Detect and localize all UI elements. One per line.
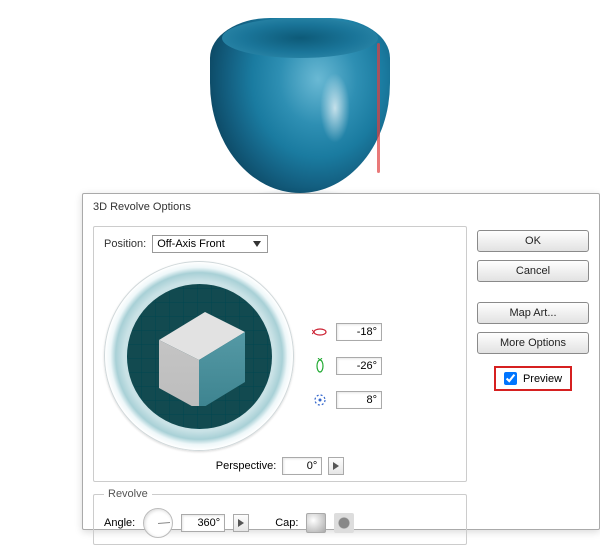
perspective-label: Perspective: xyxy=(216,460,277,472)
position-value[interactable] xyxy=(153,236,253,252)
revolve-group: Revolve Angle: Cap: xyxy=(93,488,467,545)
rotate-x-icon xyxy=(312,324,328,340)
orientation-trackball[interactable] xyxy=(104,261,294,451)
rotate-z-icon xyxy=(312,392,328,408)
rotate-z-input[interactable] xyxy=(336,391,382,409)
cap-on-button[interactable] xyxy=(306,513,326,533)
map-art-button[interactable]: Map Art... xyxy=(477,302,589,324)
orientation-cube[interactable] xyxy=(149,306,249,406)
position-combo[interactable] xyxy=(152,235,268,253)
rotate-x-input[interactable] xyxy=(336,323,382,341)
angle-label: Angle: xyxy=(104,517,135,529)
perspective-step-button[interactable] xyxy=(328,457,344,475)
revolved-bowl-shape xyxy=(210,18,390,193)
cancel-button[interactable]: Cancel xyxy=(477,260,589,282)
angle-step-button[interactable] xyxy=(233,514,249,532)
position-label: Position: xyxy=(104,238,146,250)
bowl-highlight xyxy=(320,73,350,143)
position-group: Position: xyxy=(93,226,467,482)
cap-off-button[interactable] xyxy=(334,513,354,533)
angle-dial[interactable] xyxy=(143,508,173,538)
rotate-y-icon xyxy=(312,358,328,374)
dialog-title: 3D Revolve Options xyxy=(83,194,599,220)
revolve-legend: Revolve xyxy=(104,488,152,500)
3d-revolve-options-dialog: 3D Revolve Options Position: xyxy=(82,193,600,530)
chevron-down-icon[interactable] xyxy=(253,241,267,247)
ok-button[interactable]: OK xyxy=(477,230,589,252)
angle-input[interactable] xyxy=(181,514,225,532)
preview-checkbox-container[interactable]: Preview xyxy=(494,366,572,391)
preview-checkbox[interactable] xyxy=(504,372,517,385)
rotate-y-input[interactable] xyxy=(336,357,382,375)
more-options-button[interactable]: More Options xyxy=(477,332,589,354)
preview-label: Preview xyxy=(523,373,562,385)
perspective-input[interactable] xyxy=(282,457,322,475)
cap-label: Cap: xyxy=(275,517,298,529)
